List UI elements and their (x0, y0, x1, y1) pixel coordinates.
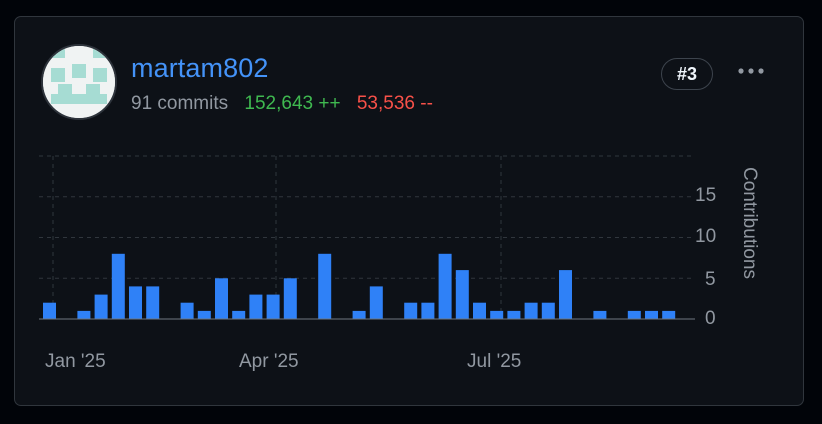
contribution-bar[interactable] (283, 278, 297, 320)
y-tick-label: 0 (705, 308, 716, 329)
contribution-bar[interactable] (404, 302, 418, 319)
y-tick-label: 10 (695, 226, 716, 247)
contribution-bar[interactable] (266, 294, 280, 320)
contribution-bar[interactable] (94, 294, 108, 320)
contribution-bar[interactable] (438, 253, 452, 319)
contribution-bar[interactable] (662, 310, 676, 320)
contribution-bar[interactable] (507, 310, 521, 320)
chart-bars (43, 253, 676, 320)
contribution-bar[interactable] (559, 270, 572, 319)
contribution-bar[interactable] (43, 302, 56, 319)
x-tick-labels: Jan '25 Apr '25 Jul '25 (45, 351, 521, 372)
y-tick-label: 15 (695, 185, 716, 206)
contribution-bar[interactable] (232, 310, 246, 320)
contribution-bar[interactable] (146, 286, 160, 319)
contributions-chart: 0 5 10 15 Jan '25 Apr '25 Jul '25 Contri… (39, 155, 760, 372)
contribution-bar[interactable] (215, 278, 228, 320)
contribution-bar[interactable] (645, 310, 658, 320)
x-tick-label: Apr '25 (239, 351, 299, 372)
contribution-bar[interactable] (318, 253, 332, 319)
contribution-bar[interactable] (197, 310, 211, 320)
x-tick-label: Jul '25 (467, 351, 521, 372)
y-axis-label: Contributions (739, 167, 760, 279)
contribution-bar[interactable] (129, 286, 142, 319)
contribution-bar[interactable] (180, 302, 194, 319)
contribution-bar[interactable] (421, 302, 435, 319)
contribution-bar[interactable] (593, 310, 607, 320)
contribution-bar[interactable] (473, 302, 486, 319)
y-tick-label: 5 (705, 269, 716, 290)
contribution-bar[interactable] (352, 310, 366, 320)
contribution-bar[interactable] (369, 286, 383, 319)
contributor-card: martam802 91 commits 152,643 ++ 53,536 -… (14, 16, 804, 406)
contribution-bar[interactable] (541, 302, 555, 319)
contribution-bar[interactable] (111, 253, 125, 319)
contribution-bar[interactable] (455, 270, 469, 319)
y-tick-labels: 0 5 10 15 (695, 185, 716, 329)
contribution-bar[interactable] (490, 310, 504, 320)
contribution-bar[interactable] (524, 302, 538, 319)
contribution-bar[interactable] (627, 310, 641, 320)
x-tick-label: Jan '25 (45, 351, 106, 372)
contribution-bar[interactable] (77, 310, 91, 320)
contribution-bar[interactable] (249, 294, 263, 320)
